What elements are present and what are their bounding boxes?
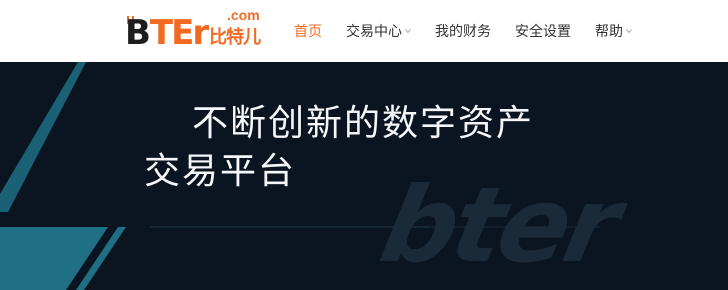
main-nav: 首页 交易中心 我的财务 安全设置 帮助 [294,0,656,62]
nav-item-home[interactable]: 首页 [294,21,322,41]
headline-line-1: 不断创新的数字资产 [192,103,535,144]
nav-item-security-settings[interactable]: 安全设置 [515,21,571,41]
nav-item-my-finance[interactable]: 我的财务 [435,21,491,41]
chevron-down-icon [405,29,411,34]
logo-ter: TEr [149,13,209,53]
headline-line-2: 交易平台 [144,151,297,192]
bter-logo[interactable]: .com B TEr 比特儿 [121,8,273,54]
nav-item-label: 我的财务 [435,24,491,40]
nav-item-label: 帮助 [595,24,623,40]
nav-item-label: 首页 [294,24,322,40]
site-header: .com B TEr 比特儿 首页 交易中心 我的财务 安全设置 帮助 [0,0,728,62]
logo-wordmark: B TEr 比特儿 [125,13,261,53]
logo-chinese-name: 比特儿 [209,27,261,48]
nav-item-label: 安全设置 [515,24,571,40]
nav-item-help[interactable]: 帮助 [595,21,632,41]
nav-item-label: 交易中心 [346,24,402,40]
hero-banner[interactable]: bter 不断创新的数字资产 交易平台 [0,62,728,290]
nav-item-trading-center[interactable]: 交易中心 [346,21,411,41]
banner-headline: 不断创新的数字资产 交易平台 [144,100,534,196]
logo-b: B [125,13,151,53]
chevron-down-icon [626,29,632,34]
